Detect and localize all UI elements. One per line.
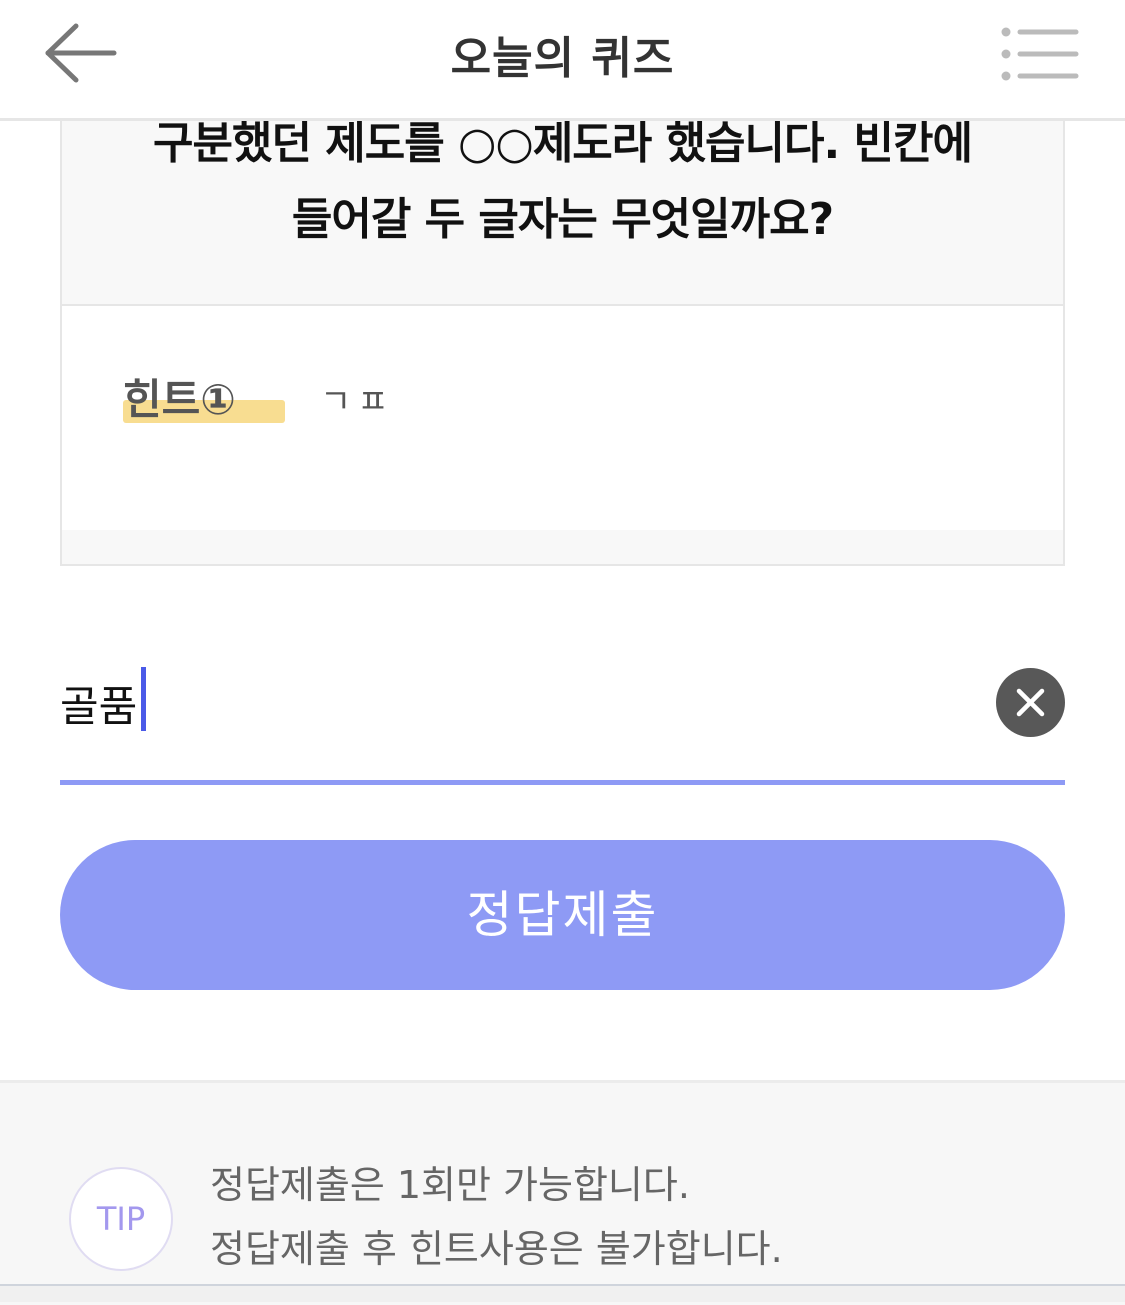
tip-line: 정답제출은 1회만 가능합니다. (210, 1163, 690, 1207)
list-menu-icon (1001, 27, 1079, 81)
submit-answer-button[interactable]: 정답제출 (60, 840, 1065, 990)
menu-button[interactable] (996, 22, 1086, 86)
quiz-card: 구분했던 제도를 ○○제도라 했습니다. 빈칸에 들어갈 두 글자는 무엇일까요… (60, 100, 1065, 566)
text-cursor (141, 667, 146, 731)
answer-input[interactable] (60, 668, 960, 738)
bottom-strip (0, 1286, 1125, 1302)
question-text: 구분했던 제도를 ○○제도라 했습니다. 빈칸에 들어갈 두 글자는 무엇일까요… (62, 106, 1063, 258)
clear-input-button[interactable] (996, 668, 1065, 737)
hint-value: ㄱㅍ (320, 382, 395, 422)
answer-field (60, 640, 1065, 785)
tip-text: 정답제출은 1회만 가능합니다. 정답제출 후 힌트사용은 불가합니다. (210, 1153, 783, 1281)
app-header: 오늘의 퀴즈 (0, 0, 1125, 121)
tip-badge: TIP (69, 1167, 173, 1271)
tip-line: 정답제출 후 힌트사용은 불가합니다. (210, 1227, 783, 1271)
page-title: 오늘의 퀴즈 (450, 33, 675, 84)
tip-section: TIP 정답제출은 1회만 가능합니다. 정답제출 후 힌트사용은 불가합니다. (0, 1080, 1125, 1305)
close-icon (1016, 688, 1045, 717)
question-line: 들어갈 두 글자는 무엇일까요? (291, 194, 834, 245)
hint-label-text: 힌트① (123, 375, 236, 424)
hint-area: 힌트① ㄱㅍ (62, 304, 1063, 530)
hint-label: 힌트① (123, 366, 285, 426)
